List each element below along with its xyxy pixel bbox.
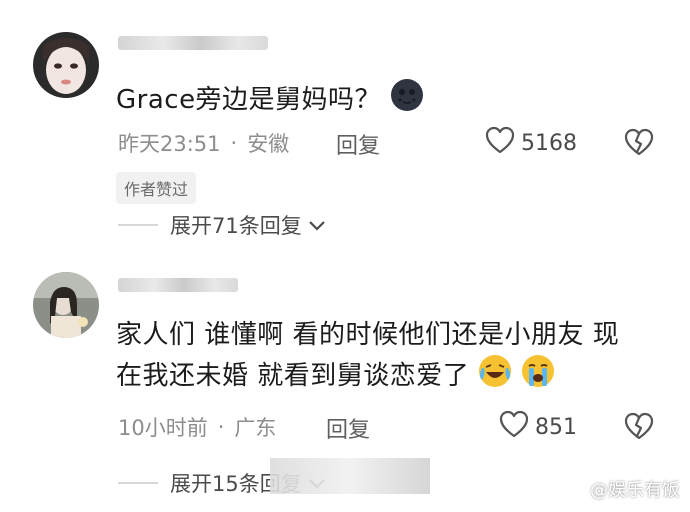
comment-meta: 昨天23:51 · 安徽 (118, 128, 289, 158)
username-blurred[interactable] (118, 278, 238, 292)
expand-replies-label: 展开71条回复 (170, 214, 302, 238)
comment-location: 安徽 (247, 132, 290, 156)
avatar[interactable] (33, 32, 99, 98)
broken-heart-icon[interactable] (624, 412, 654, 444)
blur-overlay (270, 458, 430, 494)
comment-text: Grace旁边是舅妈吗？ (116, 78, 424, 123)
author-liked-badge: 作者赞过 (116, 172, 197, 204)
separator-dot: · (217, 415, 225, 439)
like-button[interactable]: 5168 (485, 126, 577, 160)
watermark-text: @娱乐有饭 (590, 480, 680, 501)
comment-text-line-1: 家人们 谁懂啊 看的时候他们还是小朋友 现 (116, 320, 620, 350)
watermark: @娱乐有饭 (562, 476, 680, 502)
comment-1: Grace旁边是舅妈吗？ 昨天23:51 · 安徽 回复 5168 作者赞过 展… (0, 0, 690, 250)
divider-line (118, 482, 158, 484)
expand-replies-button[interactable]: 展开71条回复 (118, 210, 326, 240)
heart-icon (499, 410, 535, 444)
new-moon-face-icon (390, 78, 424, 123)
comment-time: 昨天23:51 (118, 132, 221, 156)
like-count: 851 (535, 414, 577, 440)
comment-meta: 10小时前 · 广东 (118, 412, 276, 442)
like-count: 5168 (521, 130, 577, 156)
like-button[interactable]: 851 (499, 410, 577, 444)
broken-heart-icon[interactable] (624, 128, 654, 160)
comment-text-line-2: 在我还未婚 就看到舅谈恋爱了 (116, 354, 676, 399)
heart-icon (485, 126, 521, 160)
separator-dot: · (230, 131, 238, 155)
weibo-logo-icon (562, 477, 586, 502)
username-blurred[interactable] (118, 36, 268, 50)
comment-location: 广东 (234, 416, 277, 440)
divider-line (118, 224, 158, 226)
reply-button[interactable]: 回复 (326, 412, 370, 444)
reply-button[interactable]: 回复 (336, 128, 380, 160)
laughing-crying-face-icon (478, 354, 512, 399)
comment-text: 家人们 谁懂啊 看的时候他们还是小朋友 现 在我还未婚 就看到舅谈恋爱了 (116, 316, 676, 399)
comment-text-content: Grace旁边是舅妈吗？ (116, 85, 382, 115)
comment-text-line-2-content: 在我还未婚 就看到舅谈恋爱了 (116, 361, 470, 391)
crying-face-icon (521, 354, 555, 399)
chevron-down-icon (308, 213, 326, 237)
comment-time: 10小时前 (118, 416, 208, 440)
avatar[interactable] (33, 272, 99, 338)
